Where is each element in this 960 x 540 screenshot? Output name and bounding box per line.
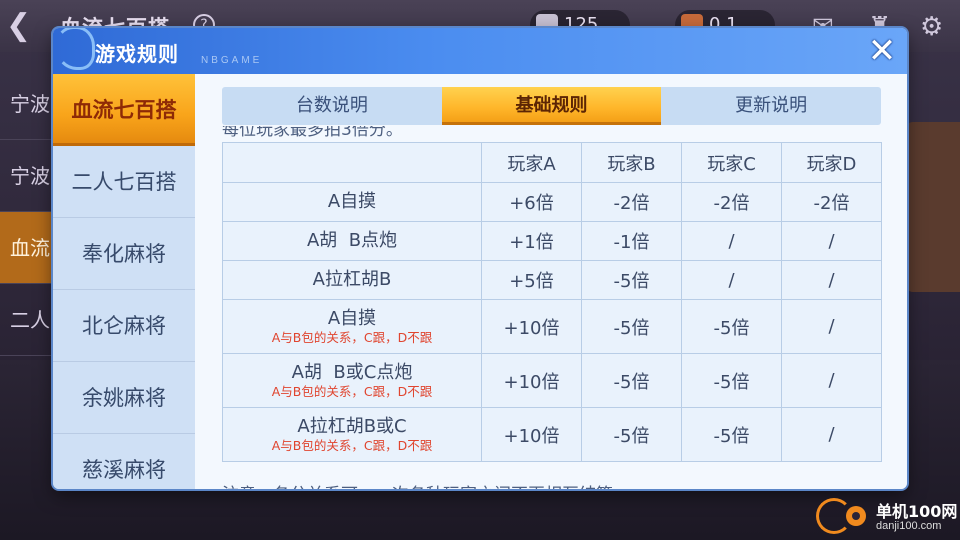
case-note: A与B包的关系，C跟，D不跟: [271, 329, 433, 345]
value-cell: +10倍: [481, 299, 582, 354]
case-cell: A拉杠胡B: [222, 260, 482, 300]
case-cell: A自摸: [222, 182, 482, 222]
value-cell: -2倍: [781, 182, 882, 222]
background-sidebar: 宁波 宁波 血流 二人: [0, 68, 60, 356]
clipped-text-bottom: 注意：各分关系可，一次各种玩家之间不再相互结算: [222, 480, 881, 489]
table-row: A自摸 +6倍 -2倍 -2倍 -2倍: [222, 182, 882, 222]
value-cell: -5倍: [581, 260, 682, 300]
table-row: A拉杠胡B +5倍 -5倍 / /: [222, 260, 882, 300]
menu-item-xueliu[interactable]: 血流七百搭: [53, 74, 195, 146]
site-watermark: 单机100网 danji100.com: [810, 494, 960, 540]
case-cell: A拉杠胡B或C A与B包的关系，C跟，D不跟: [222, 407, 482, 462]
case-note: A与B包的关系，C跟，D不跟: [271, 437, 433, 453]
value-cell: -2倍: [581, 182, 682, 222]
table-row: A胡 B或C点炮 A与B包的关系，C跟，D不跟 +10倍 -5倍 -5倍 /: [222, 353, 882, 408]
value-cell: +10倍: [481, 353, 582, 408]
table-header: 玩家A: [481, 142, 582, 183]
dialog-header: 游戏规则 NBGAME ✕: [53, 28, 907, 74]
game-menu: 血流七百搭 二人七百搭 奉化麻将 北仑麻将 余姚麻将 慈溪麻将: [53, 74, 195, 489]
rules-content[interactable]: 台数说明 基础规则 更新说明 每位玩家最多拍3倍分。 玩家A 玩家B 玩家C 玩…: [195, 74, 907, 489]
rules-tabs: 台数说明 基础规则 更新说明: [222, 87, 881, 125]
bg-side-item[interactable]: 宁波: [0, 140, 60, 212]
value-cell: -5倍: [681, 407, 782, 462]
bg-side-item[interactable]: 二人: [0, 284, 60, 356]
case-note: A与B包的关系，C跟，D不跟: [271, 383, 433, 399]
table-header: [222, 142, 482, 183]
value-cell: -5倍: [581, 299, 682, 354]
table-row: A胡 B点炮 +1倍 -1倍 / /: [222, 221, 882, 261]
value-cell: -2倍: [681, 182, 782, 222]
menu-item-erren[interactable]: 二人七百搭: [53, 146, 195, 218]
value-cell: -5倍: [681, 353, 782, 408]
value-cell: /: [681, 221, 782, 261]
value-cell: /: [781, 353, 882, 408]
close-button[interactable]: ✕: [863, 32, 901, 70]
bg-side-item[interactable]: 宁波: [0, 68, 60, 140]
tab-basic-rules[interactable]: 基础规则: [441, 87, 662, 125]
watermark-url: danji100.com: [876, 520, 942, 532]
value-cell: +1倍: [481, 221, 582, 261]
table-header: 玩家D: [781, 142, 882, 183]
tab-updates[interactable]: 更新说明: [661, 87, 881, 125]
clipped-text-top: 每位玩家最多拍3倍分。: [222, 126, 403, 140]
value-cell: -5倍: [581, 407, 682, 462]
value-cell: +10倍: [481, 407, 582, 462]
case-label: A胡 B或C点炮: [291, 361, 413, 383]
menu-item-cixi[interactable]: 慈溪麻将: [53, 434, 195, 489]
gear-icon[interactable]: ⚙: [920, 12, 943, 42]
value-cell: -1倍: [581, 221, 682, 261]
dialog-title: 游戏规则: [95, 42, 179, 66]
back-arrow-icon[interactable]: ❮: [6, 8, 31, 43]
case-label: A胡 B点炮: [306, 230, 398, 251]
bg-side-item[interactable]: 血流: [0, 212, 60, 284]
value-cell: /: [781, 260, 882, 300]
dragon-emblem-icon: [55, 28, 95, 70]
value-cell: /: [781, 407, 882, 462]
table-row: A自摸 A与B包的关系，C跟，D不跟 +10倍 -5倍 -5倍 /: [222, 299, 882, 354]
table-row: A拉杠胡B或C A与B包的关系，C跟，D不跟 +10倍 -5倍 -5倍 /: [222, 407, 882, 462]
case-label: A自摸: [327, 307, 377, 329]
dialog-subtitle: NBGAME: [201, 55, 263, 66]
menu-item-yuyao[interactable]: 余姚麻将: [53, 362, 195, 434]
payout-table: 玩家A 玩家B 玩家C 玩家D A自摸 +6倍 -2倍 -2倍 -2倍 A胡 B…: [222, 142, 882, 462]
case-label: A自摸: [327, 191, 377, 212]
background-panel: [905, 122, 960, 292]
value-cell: -5倍: [581, 353, 682, 408]
table-header: 玩家B: [581, 142, 682, 183]
tab-scoring[interactable]: 台数说明: [222, 87, 442, 125]
rules-dialog: 游戏规则 NBGAME ✕ 血流七百搭 二人七百搭 奉化麻将 北仑麻将 余姚麻将…: [53, 28, 907, 489]
case-cell: A胡 B或C点炮 A与B包的关系，C跟，D不跟: [222, 353, 482, 408]
value-cell: +6倍: [481, 182, 582, 222]
value-cell: /: [781, 221, 882, 261]
value-cell: /: [781, 299, 882, 354]
value-cell: -5倍: [681, 299, 782, 354]
value-cell: /: [681, 260, 782, 300]
watermark-name: 单机100网: [876, 502, 958, 521]
case-label: A拉杠胡B: [312, 269, 392, 290]
watermark-dot-icon: [846, 506, 866, 526]
value-cell: +5倍: [481, 260, 582, 300]
case-cell: A胡 B点炮: [222, 221, 482, 261]
case-label: A拉杠胡B或C: [297, 415, 407, 437]
menu-item-beilun[interactable]: 北仑麻将: [53, 290, 195, 362]
case-cell: A自摸 A与B包的关系，C跟，D不跟: [222, 299, 482, 354]
menu-item-fenghua[interactable]: 奉化麻将: [53, 218, 195, 290]
table-header: 玩家C: [681, 142, 782, 183]
